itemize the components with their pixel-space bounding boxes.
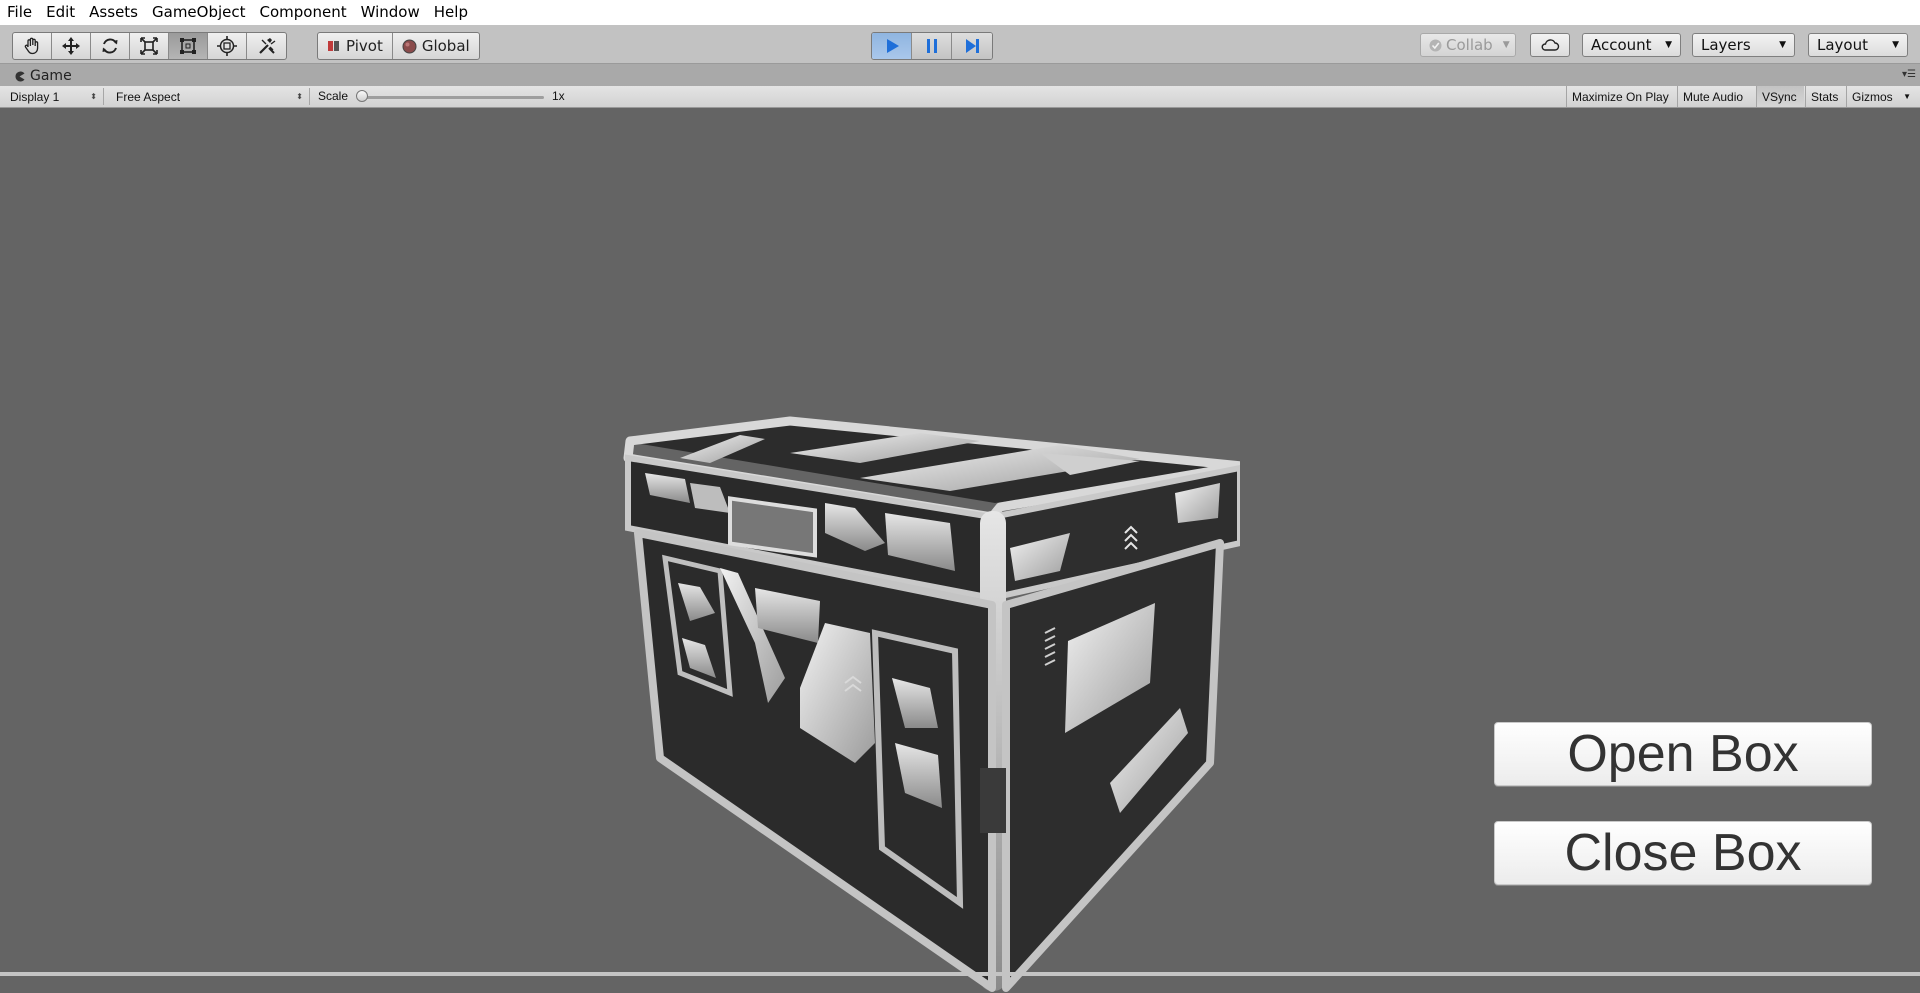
global-label: Global <box>421 37 470 55</box>
layout-label: Layout <box>1817 36 1868 54</box>
tab-strip: Game ▾☰ <box>0 64 1920 86</box>
cloud-button[interactable] <box>1530 33 1570 57</box>
updown-icon: ⬍ <box>90 92 97 101</box>
game-toolbar: Display 1 ⬍ Free Aspect ⬍ Scale 1x Maxim… <box>0 86 1920 108</box>
global-button[interactable]: Global <box>393 33 479 59</box>
menu-component[interactable]: Component <box>253 0 354 25</box>
play-icon <box>886 39 899 53</box>
pause-button[interactable] <box>912 33 952 59</box>
move-tool-button[interactable] <box>52 33 91 59</box>
display-label: Display 1 <box>10 89 60 104</box>
pause-icon <box>926 39 937 53</box>
scale-slider-track[interactable] <box>358 96 544 99</box>
rect-tool-button[interactable] <box>169 33 208 59</box>
mute-audio-label: Mute Audio <box>1683 89 1744 104</box>
sci-fi-crate-model <box>623 416 1240 992</box>
menu-gameobject[interactable]: GameObject <box>145 0 253 25</box>
rotate-icon <box>102 38 118 54</box>
menu-window[interactable]: Window <box>354 0 427 25</box>
menu-assets[interactable]: Assets <box>82 0 145 25</box>
mute-audio-toggle[interactable]: Mute Audio <box>1677 86 1755 107</box>
tab-game[interactable]: Game <box>6 66 86 86</box>
hand-icon <box>24 37 39 55</box>
chevron-down-icon: ▼ <box>1903 92 1911 101</box>
pivot-global-group: Pivot Global <box>317 32 480 60</box>
stats-toggle[interactable]: Stats <box>1805 86 1845 107</box>
chevron-down-icon: ▼ <box>1665 40 1672 50</box>
layout-dropdown[interactable]: Layout ▼ <box>1808 33 1908 57</box>
game-pacman-icon <box>15 71 25 81</box>
main-toolbar: Pivot Global Collab ▼ Account ▼ Layers ▼ <box>0 25 1920 64</box>
collab-dropdown[interactable]: Collab ▼ <box>1420 33 1516 57</box>
pivot-label: Pivot <box>346 37 383 55</box>
scale-label: Scale <box>318 89 349 103</box>
check-icon <box>1429 39 1442 51</box>
vsync-label: VSync <box>1762 89 1797 104</box>
transform-tools <box>12 32 287 60</box>
tab-game-label: Game <box>30 68 72 84</box>
transform-tool-button[interactable] <box>208 33 247 59</box>
menu-file[interactable]: File <box>0 0 39 25</box>
pivot-button[interactable]: Pivot <box>318 33 393 59</box>
updown-icon: ⬍ <box>296 92 303 101</box>
chevron-down-icon: ▼ <box>1779 40 1786 50</box>
scale-icon <box>140 37 158 55</box>
custom-tool-button[interactable] <box>247 33 286 59</box>
stats-label: Stats <box>1811 89 1839 104</box>
menu-help[interactable]: Help <box>427 0 475 25</box>
close-box-button[interactable]: Close Box <box>1494 821 1872 885</box>
account-dropdown[interactable]: Account ▼ <box>1582 33 1681 57</box>
play-button[interactable] <box>872 33 912 59</box>
scale-value: 1x <box>552 89 565 103</box>
play-controls <box>871 32 993 60</box>
rect-icon <box>180 38 196 54</box>
rotate-tool-button[interactable] <box>91 33 130 59</box>
vsync-toggle[interactable]: VSync <box>1756 86 1804 107</box>
maximize-on-play-toggle[interactable]: Maximize On Play <box>1566 86 1676 107</box>
menu-edit[interactable]: Edit <box>39 0 82 25</box>
chevron-down-icon: ▼ <box>1502 40 1510 50</box>
layers-label: Layers <box>1701 36 1751 54</box>
transform-icon <box>217 36 237 56</box>
gizmos-label: Gizmos <box>1852 89 1893 104</box>
step-button[interactable] <box>952 33 992 59</box>
cloud-icon <box>1541 39 1560 51</box>
display-dropdown[interactable]: Display 1 ⬍ <box>4 88 104 105</box>
scale-slider-thumb[interactable] <box>356 90 368 102</box>
chevron-down-icon: ▼ <box>1892 40 1899 50</box>
account-label: Account <box>1591 36 1652 54</box>
gizmos-dropdown[interactable]: Gizmos ▼ <box>1846 86 1916 107</box>
menu-bar: File Edit Assets GameObject Component Wi… <box>0 0 1920 25</box>
open-box-button[interactable]: Open Box <box>1494 722 1872 786</box>
tab-options-icon[interactable]: ▾☰ <box>1902 69 1916 80</box>
bottom-edge <box>0 972 1920 976</box>
custom-tool-icon <box>258 38 275 54</box>
aspect-label: Free Aspect <box>116 89 181 104</box>
collab-label: Collab <box>1446 36 1493 54</box>
global-icon <box>402 39 417 53</box>
hand-tool-button[interactable] <box>13 33 52 59</box>
maximize-on-play-label: Maximize On Play <box>1572 89 1669 104</box>
pivot-icon <box>328 41 339 51</box>
aspect-dropdown[interactable]: Free Aspect ⬍ <box>110 88 310 105</box>
game-viewport[interactable]: Open Box Close Box <box>0 108 1920 992</box>
step-icon <box>966 39 979 53</box>
move-icon <box>62 37 80 55</box>
scale-tool-button[interactable] <box>130 33 169 59</box>
layers-dropdown[interactable]: Layers ▼ <box>1692 33 1795 57</box>
